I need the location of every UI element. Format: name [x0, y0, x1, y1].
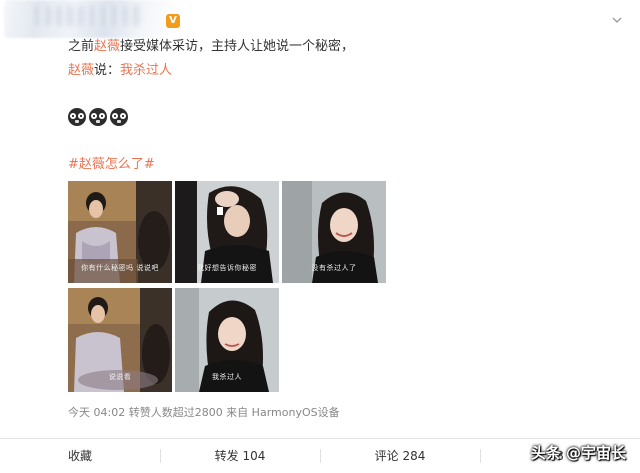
image-subtitle: 没有杀过人了 [311, 264, 357, 272]
blurred-username[interactable] [4, 0, 174, 38]
chevron-down-icon[interactable] [612, 15, 622, 25]
image-subtitle: 说说看 [108, 373, 132, 381]
post-header: V [0, 0, 640, 38]
comment-button[interactable]: 评论 284 [320, 439, 480, 473]
hashtag-link[interactable]: #赵薇怎么了# [68, 156, 155, 174]
mention-link[interactable]: 赵薇 [68, 63, 94, 78]
watermark: 头条 @宇宙长 [530, 444, 626, 462]
post-text-line2: 赵薇说：我杀过人 [68, 62, 172, 80]
post-image[interactable]: 说说看 [68, 288, 172, 392]
post-text-line1: 之前赵薇接受媒体采访，主持人让她说一个秘密， [68, 38, 354, 56]
post-text: 接受媒体采访，主持人让她说一个秘密， [120, 39, 355, 54]
post-image[interactable]: 没有杀过人了 [282, 181, 386, 283]
emoji-eyes-icon [68, 108, 86, 126]
post-image[interactable]: 我杀过人 [175, 288, 279, 392]
image-subtitle: 你有什么秘密吗 说说吧 [81, 264, 159, 272]
image-subtitle: 我杀过人 [212, 373, 242, 381]
collect-button[interactable]: 收藏 [0, 439, 160, 473]
emoji-eyes-icon [89, 108, 107, 126]
mention-link[interactable]: 赵薇 [94, 39, 120, 54]
post-image[interactable]: 你有什么秘密吗 说说吧 [68, 181, 172, 283]
repost-button[interactable]: 转发 104 [160, 439, 320, 473]
verified-badge-icon: V [166, 14, 180, 28]
post-text: 之前 [68, 39, 95, 54]
emoji-eyes-icon [110, 108, 128, 126]
post-text: 说： [94, 63, 121, 78]
post-meta: 今天 04:02 转赞人数超过2800 来自 HarmonyOS设备 [68, 406, 340, 419]
emoji-row [68, 108, 128, 128]
image-subtitle: 我好想告诉你秘密 [197, 264, 257, 272]
quote-link[interactable]: 我杀过人 [120, 63, 172, 78]
post-image[interactable]: 我好想告诉你秘密 [175, 181, 279, 283]
